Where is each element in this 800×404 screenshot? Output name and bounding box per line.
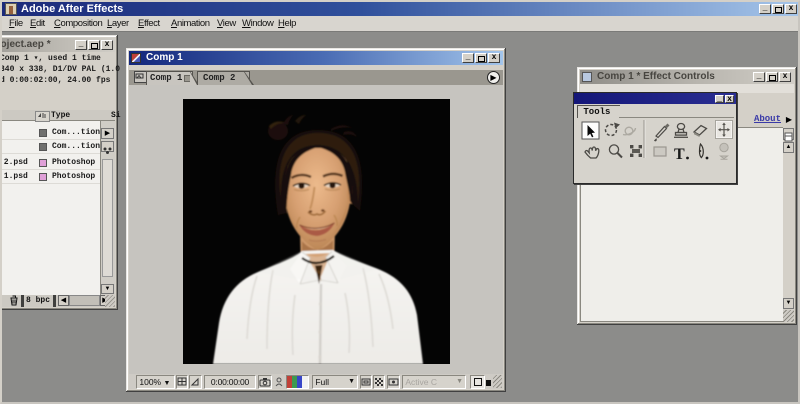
svg-text:T: T (674, 146, 685, 163)
